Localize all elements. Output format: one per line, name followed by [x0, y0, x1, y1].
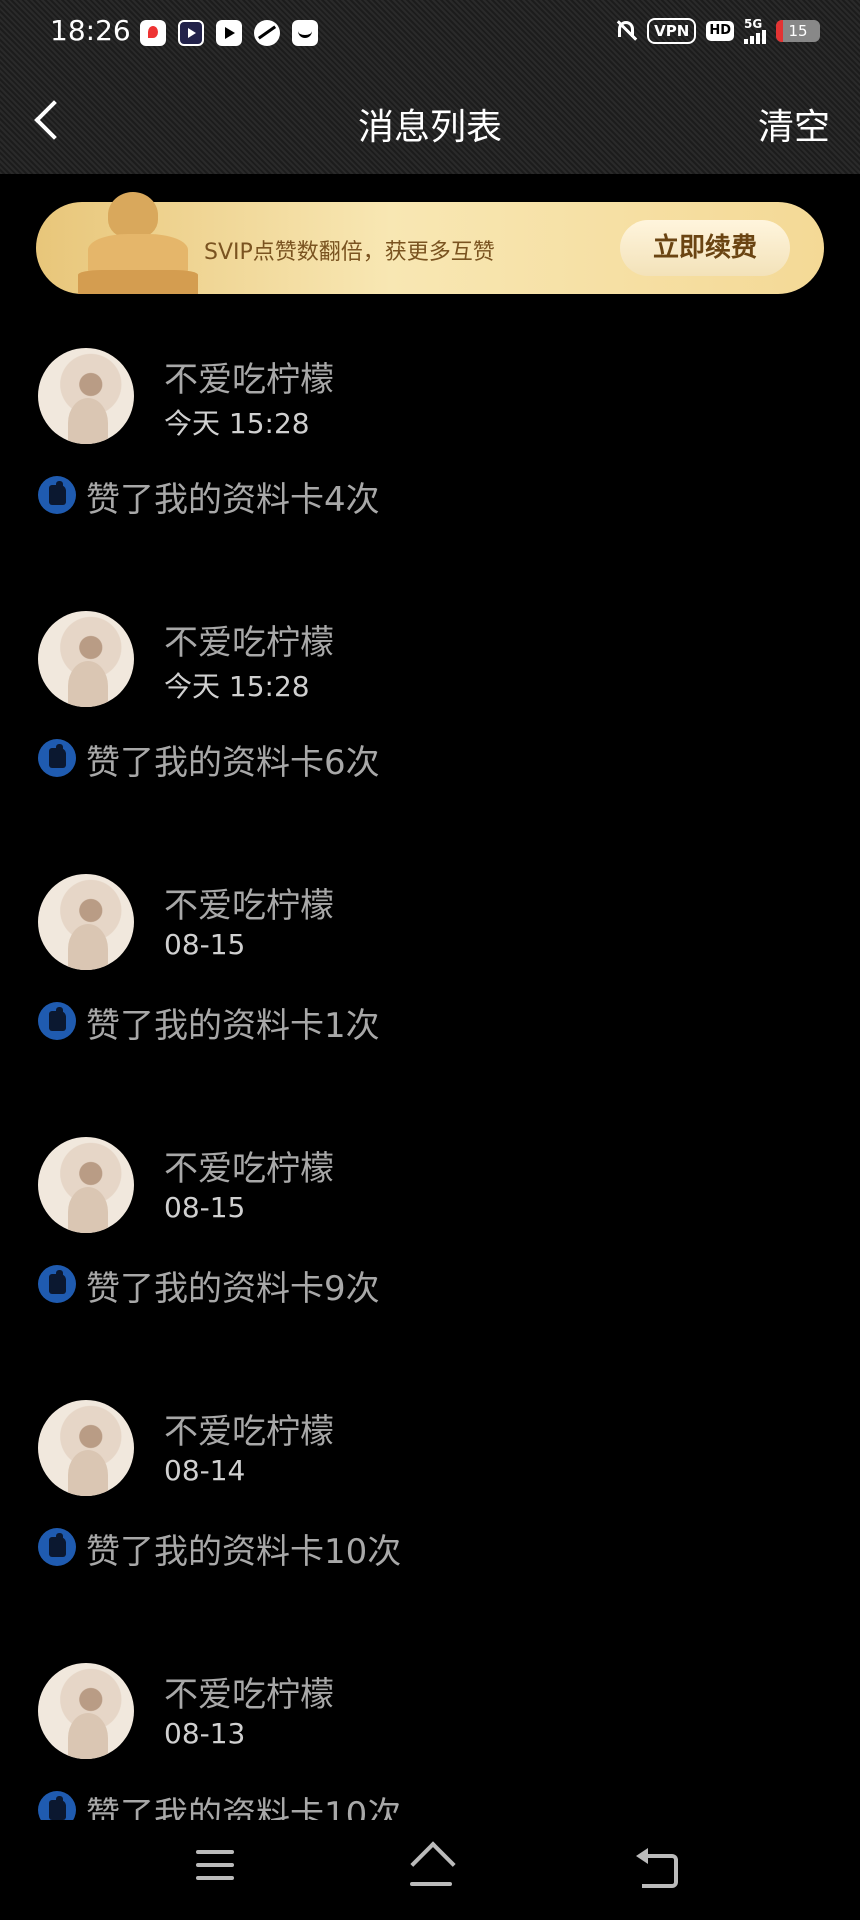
like-text: 赞了我的资料卡4次	[86, 480, 380, 520]
user-name: 不爱吃柠檬	[164, 1412, 334, 1452]
play-icon	[216, 20, 242, 46]
list-item[interactable]: 不爱吃柠檬 08-15 赞了我的资料卡1次	[0, 866, 860, 1066]
avatar[interactable]	[38, 874, 134, 970]
thumbs-up-icon	[38, 1265, 76, 1303]
thumbs-up-icon	[38, 739, 76, 777]
user-name: 不爱吃柠檬	[164, 1675, 334, 1715]
banner-text: SVIP点赞数翻倍，获更多互赞	[204, 240, 495, 265]
status-bar: 18:26 VPN HD 5G 15	[0, 0, 860, 68]
avatar[interactable]	[38, 1400, 134, 1496]
map-pin-icon	[140, 20, 166, 46]
message-time: 今天 15:28	[164, 670, 310, 703]
back-arrow-icon[interactable]	[636, 1848, 678, 1888]
clear-button[interactable]: 清空	[758, 98, 830, 150]
avatar[interactable]	[38, 611, 134, 707]
top-bar: 18:26 VPN HD 5G 15 消息列表 清空	[0, 0, 860, 174]
thumbs-up-icon	[38, 476, 76, 514]
user-name: 不爱吃柠檬	[164, 1149, 334, 1189]
like-text: 赞了我的资料卡9次	[86, 1269, 380, 1309]
video-app-icon	[178, 20, 204, 46]
avatar[interactable]	[38, 1663, 134, 1759]
avatar[interactable]	[38, 1137, 134, 1233]
user-name: 不爱吃柠檬	[164, 360, 334, 400]
system-icons: VPN HD 5G 15	[615, 18, 820, 44]
sports-ball-icon	[254, 20, 280, 46]
user-name: 不爱吃柠檬	[164, 623, 334, 663]
message-time: 08-13	[164, 1717, 246, 1750]
page-title: 消息列表	[357, 107, 502, 148]
ice-cream-icon	[78, 184, 198, 294]
like-text: 赞了我的资料卡6次	[86, 743, 380, 783]
like-text: 赞了我的资料卡10次	[86, 1532, 402, 1572]
message-list: 不爱吃柠檬 今天 15:28 赞了我的资料卡4次 不爱吃柠檬 今天 15:28 …	[0, 340, 860, 1820]
notification-icons	[140, 20, 318, 46]
list-item[interactable]: 不爱吃柠檬 今天 15:28 赞了我的资料卡4次	[0, 340, 860, 540]
network-type-label: 5G	[744, 17, 763, 31]
signal-icon: 5G	[744, 18, 766, 44]
battery-icon: 15	[776, 20, 820, 42]
list-item[interactable]: 不爱吃柠檬 今天 15:28 赞了我的资料卡6次	[0, 603, 860, 803]
thumbs-up-icon	[38, 1002, 76, 1040]
renew-button[interactable]: 立即续费	[620, 220, 790, 276]
message-time: 08-15	[164, 1191, 246, 1224]
battery-level: 15	[788, 22, 808, 40]
like-text: 赞了我的资料卡1次	[86, 1006, 380, 1046]
message-time: 08-15	[164, 928, 246, 961]
message-time: 08-14	[164, 1454, 246, 1487]
list-item[interactable]: 不爱吃柠檬 08-14 赞了我的资料卡10次	[0, 1392, 860, 1592]
user-name: 不爱吃柠檬	[164, 886, 334, 926]
thumbs-up-icon	[38, 1791, 76, 1820]
list-item[interactable]: 不爱吃柠檬 08-15 赞了我的资料卡9次	[0, 1129, 860, 1329]
svip-banner[interactable]: SVIP点赞数翻倍，获更多互赞 立即续费	[36, 192, 824, 294]
list-item[interactable]: 不爱吃柠檬 08-13 赞了我的资料卡10次	[0, 1655, 860, 1820]
hd-icon: HD	[706, 21, 734, 41]
avatar[interactable]	[38, 348, 134, 444]
menu-icon[interactable]	[196, 1850, 234, 1884]
mute-bell-icon	[615, 19, 637, 43]
message-icon	[292, 20, 318, 46]
thumbs-up-icon	[38, 1528, 76, 1566]
vpn-icon: VPN	[647, 18, 697, 44]
status-time: 18:26	[50, 14, 131, 47]
home-icon[interactable]	[408, 1844, 454, 1888]
like-text: 赞了我的资料卡10次	[86, 1795, 402, 1820]
system-nav-bar	[0, 1820, 860, 1920]
message-time: 今天 15:28	[164, 407, 310, 440]
